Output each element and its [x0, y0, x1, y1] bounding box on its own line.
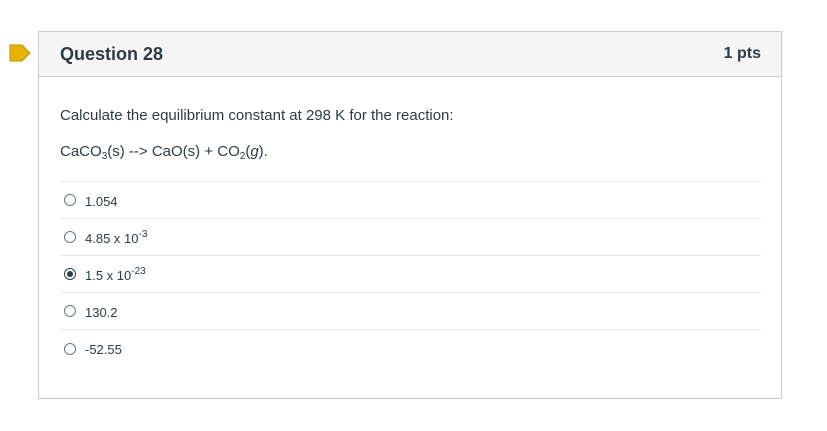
question-card: Question 28 1 pts Calculate the equilibr… [38, 31, 782, 399]
answer-label[interactable]: -52.55 [85, 340, 122, 357]
answer-label[interactable]: 130.2 [85, 303, 118, 320]
answer-text: -52.55 [85, 342, 122, 357]
bookmark-flag-icon[interactable] [9, 44, 31, 62]
reaction-text: CaCO [60, 143, 102, 160]
answer-option[interactable]: 4.85 x 10-3 [60, 219, 761, 256]
answer-text: 1.5 x 10 [85, 267, 132, 283]
answer-label[interactable]: 4.85 x 10-3 [85, 229, 147, 246]
radio-button[interactable] [64, 194, 76, 206]
answer-exponent: -23 [131, 265, 146, 277]
radio-button[interactable] [64, 342, 76, 355]
radio-button[interactable] [64, 231, 76, 243]
reaction-text: ). [258, 143, 268, 160]
reaction-state: g [250, 143, 259, 160]
question-prompt: Calculate the equilibrium constant at 29… [60, 107, 454, 124]
answer-exponent: -3 [138, 228, 148, 240]
answer-list: 1.054 4.85 x 10-3 1.5 x 10-23 130.2 -52.… [60, 181, 761, 367]
answer-label[interactable]: 1.5 x 10-23 [85, 266, 146, 283]
question-title: Question 28 [60, 43, 164, 64]
answer-option[interactable]: 1.5 x 10-23 [60, 256, 761, 293]
question-points: 1 pts [723, 45, 761, 62]
answer-option[interactable]: 130.2 [60, 293, 761, 330]
answer-option[interactable]: 1.054 [60, 182, 761, 219]
reaction-text: (s) --> CaO(s) + CO [107, 143, 240, 160]
answer-text: 4.85 x 10 [85, 230, 139, 246]
answer-label[interactable]: 1.054 [85, 192, 118, 209]
answer-text: 130.2 [85, 304, 118, 320]
answer-text: 1.054 [85, 193, 118, 209]
question-header: Question 28 1 pts [39, 32, 781, 77]
radio-button[interactable] [64, 268, 76, 280]
radio-button[interactable] [64, 305, 76, 317]
answer-option[interactable]: -52.55 [60, 330, 761, 367]
question-reaction: CaCO3(s) --> CaO(s) + CO2(g). [60, 143, 761, 162]
question-body: Calculate the equilibrium constant at 29… [39, 107, 781, 367]
